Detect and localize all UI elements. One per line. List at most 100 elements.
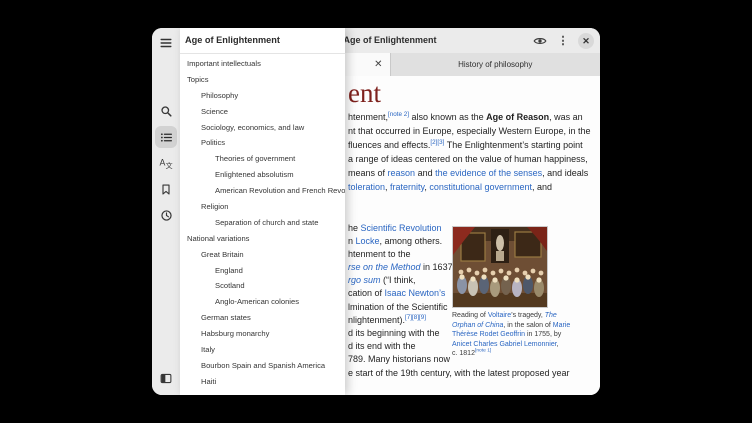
toc-item[interactable]: German states (180, 310, 345, 326)
text-segment: , among others. (380, 236, 443, 246)
text-segment: n (348, 236, 356, 246)
wiki-link[interactable]: [note 1] (475, 349, 491, 354)
text-line: htenment to the (348, 248, 458, 261)
toc-item[interactable]: Habsburg monarchy (180, 326, 345, 342)
clock-icon (160, 209, 173, 222)
hamburger-menu-button[interactable] (155, 32, 177, 54)
wiki-link[interactable]: Scientific Revolution (361, 223, 442, 233)
toc-item[interactable]: Great Britain (180, 247, 345, 263)
text-segment: e start of the 19th century, with the la… (348, 368, 569, 378)
search-button[interactable] (155, 100, 177, 122)
wiki-link[interactable]: [note 2] (388, 111, 409, 118)
flap-toggle-button[interactable] (155, 367, 177, 389)
text-line: lmination of the Scientific (348, 301, 458, 314)
salon-painting-image[interactable] (452, 226, 548, 308)
toc-list-icon (160, 131, 173, 144)
toc-item[interactable]: American Revolution and French Revolutio… (180, 183, 345, 199)
wiki-link[interactable]: rse on the Method (348, 262, 421, 272)
tab-history-of-philosophy[interactable]: History of philosophy (391, 53, 601, 76)
text-segment: means of (348, 168, 388, 178)
wiki-link[interactable]: reason (388, 168, 416, 178)
text-line: e start of the 19th century, with the la… (348, 367, 598, 380)
wiki-link[interactable]: Marie (553, 322, 571, 329)
text-segment: , in the salon of (503, 322, 552, 329)
article-paragraph-tail: e start of the 19th century, with the la… (348, 367, 598, 380)
wiki-link[interactable]: Voltaire (488, 312, 511, 319)
text-line: c. 1812[note 1] (452, 349, 552, 359)
wiki-link[interactable]: [7][8][9] (405, 314, 426, 321)
toc-item[interactable]: Religion (180, 199, 345, 215)
text-line: he Scientific Revolution (348, 222, 458, 235)
text-segment: Age of Reason (486, 112, 549, 122)
wiki-link[interactable]: fraternity (390, 182, 424, 192)
text-segment: The Enlightenment’s starting point (444, 140, 582, 150)
toc-item[interactable]: Bourbon Spain and Spanish America (180, 358, 345, 374)
article-paragraph-2: he Scientific Revolutionn Locke, among o… (348, 222, 458, 366)
toc-drawer: Age of Enlightenment Important intellect… (180, 28, 345, 395)
toc-item[interactable]: National variations (180, 231, 345, 247)
wiki-link[interactable]: rgo sum (348, 275, 381, 285)
reader-view-button[interactable] (532, 33, 548, 49)
toc-item[interactable]: Enlightened absolutism (180, 167, 345, 183)
text-segment: Reading of (452, 312, 488, 319)
text-line: fluences and effects.[2][3] The Enlighte… (348, 138, 600, 152)
text-segment: htenment to the (348, 249, 411, 259)
tab-close-button[interactable]: ✕ (374, 60, 382, 70)
toc-item[interactable]: Politics (180, 135, 345, 151)
wiki-link[interactable]: the evidence of the senses (435, 168, 542, 178)
text-segment: c. 1812 (452, 350, 475, 357)
history-button[interactable] (155, 204, 177, 226)
text-segment: he (348, 223, 361, 233)
wiki-link[interactable]: toleration (348, 182, 385, 192)
tab-label: History of philosophy (458, 60, 532, 69)
wiki-link[interactable]: The (545, 312, 557, 319)
toc-item[interactable]: Philosophy (180, 88, 345, 104)
text-line: toleration, fraternity, constitutional g… (348, 180, 600, 194)
text-segment: d its end with the (348, 341, 416, 351)
toc-item[interactable]: Important intellectuals (180, 56, 345, 72)
toc-item[interactable]: Scotland (180, 278, 345, 294)
wiki-link[interactable]: Isaac Newton’s (385, 288, 446, 298)
search-icon (160, 105, 173, 118)
text-segment: htenment, (348, 112, 388, 122)
bookmarks-button[interactable] (155, 178, 177, 200)
wiki-link[interactable]: Anicet Charles Gabriel Lemonnier (452, 341, 557, 348)
toc-item[interactable]: Theories of government (180, 151, 345, 167)
toc-item[interactable]: Italy (180, 342, 345, 358)
toc-list: Important intellectualsTopicsPhilosophyS… (180, 56, 345, 395)
toc-item[interactable]: England (180, 263, 345, 279)
text-line: Reading of Voltaire’s tragedy, The (452, 311, 552, 321)
languages-button[interactable]: A 文 (155, 152, 177, 174)
text-segment: lmination of the Scientific (348, 302, 448, 312)
text-segment: in 1637, (421, 262, 456, 272)
article-heading: ent (348, 78, 381, 109)
text-line: rse on the Method in 1637, (348, 261, 458, 274)
text-line: cation of Isaac Newton’s (348, 287, 458, 300)
toc-item[interactable]: Separation of church and state (180, 215, 345, 231)
table-of-contents-button[interactable] (155, 126, 177, 148)
toc-item[interactable]: Haiti (180, 374, 345, 390)
wiki-link[interactable]: [2][3] (430, 139, 444, 146)
toc-item[interactable]: Sociology, economics, and law (180, 120, 345, 136)
wiki-link[interactable]: constitutional government (429, 182, 532, 192)
text-segment: a range of ideas centered on the value o… (348, 154, 588, 164)
article-paragraph-1: htenment,[note 2] also known as the Age … (348, 110, 600, 194)
text-line: Anicet Charles Gabriel Lemonnier, (452, 340, 552, 350)
svg-text:文: 文 (166, 161, 173, 170)
text-segment: d its beginning with the (348, 328, 440, 338)
window-close-button[interactable]: ✕ (578, 33, 594, 49)
text-line: d its end with the (348, 340, 458, 353)
text-segment: , (557, 341, 559, 348)
wiki-link[interactable]: Orphan of China (452, 322, 503, 329)
wiki-link[interactable]: Locke (356, 236, 380, 246)
toc-item[interactable]: Science (180, 104, 345, 120)
text-line: a range of ideas centered on the value o… (348, 152, 600, 166)
toc-item[interactable]: Anglo-American colonies (180, 294, 345, 310)
menu-kebab-button[interactable]: ⋮ (555, 33, 571, 49)
text-segment: nlightenment). (348, 315, 405, 325)
text-segment: cation of (348, 288, 385, 298)
text-segment: fluences and effects. (348, 140, 430, 150)
toc-item[interactable]: Topics (180, 72, 345, 88)
wiki-link[interactable]: Thérèse Rodet Geoffrin (452, 331, 525, 338)
text-line: nt that occurred in Europe, especially W… (348, 124, 600, 138)
